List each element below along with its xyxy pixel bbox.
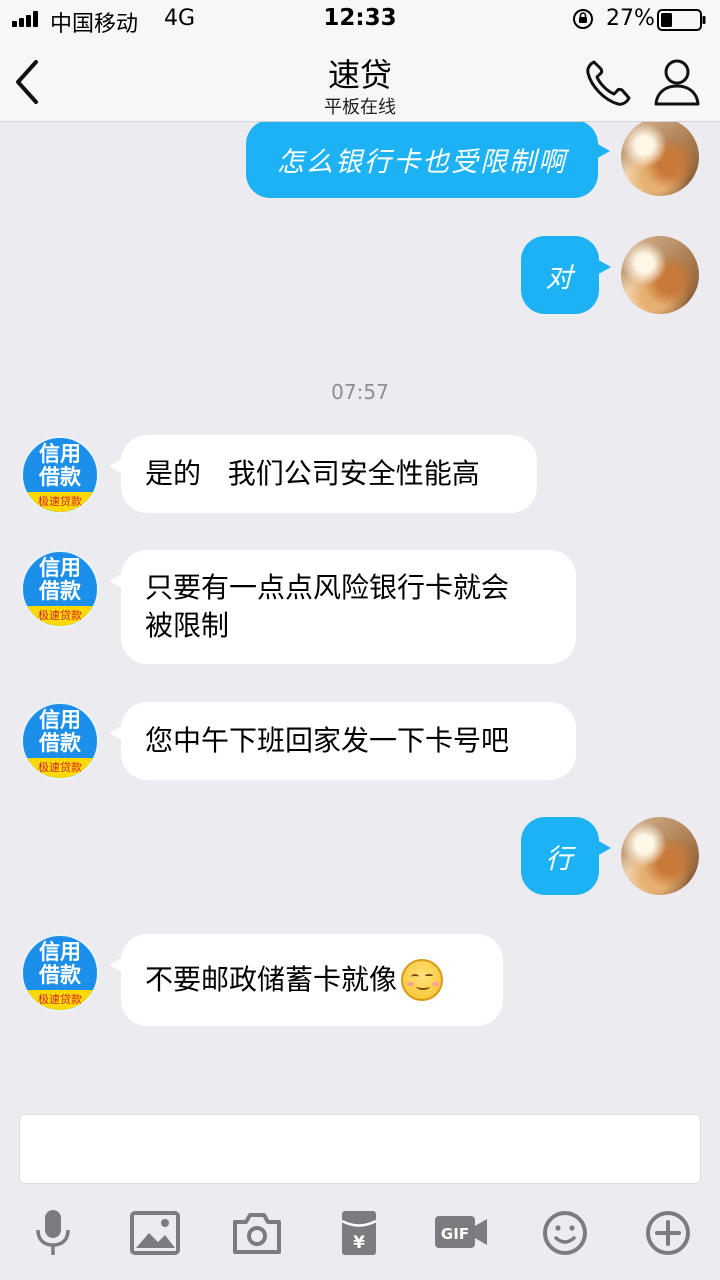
message-text: 怎么银行卡也受限制啊	[277, 146, 567, 178]
my-avatar[interactable]	[621, 817, 699, 895]
profile-icon[interactable]	[652, 56, 702, 108]
my-avatar[interactable]	[621, 236, 699, 314]
contact-avatar[interactable]: 信用 借款 极速贷款	[21, 550, 99, 628]
microphone-icon[interactable]	[25, 1208, 81, 1258]
status-bar: 中国移动 4G 12:33 27%	[0, 0, 720, 38]
message-bubble-received[interactable]: 您中午下班回家发一下卡号吧	[109, 702, 576, 780]
message-input[interactable]	[19, 1114, 701, 1184]
timestamp: 07:57	[331, 380, 389, 404]
message-bubble-sent[interactable]: 行	[521, 817, 611, 895]
message-bubble-received[interactable]: 只要有一点点风险银行卡就会 被限制	[109, 550, 576, 664]
message-text: 您中午下班回家发一下卡号吧	[145, 724, 510, 757]
message-text-line: 被限制	[145, 609, 230, 642]
red-packet-icon[interactable]: ¥	[331, 1208, 387, 1258]
message-bubble-sent[interactable]: 怎么银行卡也受限制啊	[246, 122, 610, 198]
message-list[interactable]: 怎么银行卡也受限制啊 对 07:57 信用 借款 极速贷款 是的 我们公司安全性…	[0, 122, 720, 1102]
message-text: 是的 我们公司安全性能高	[145, 457, 480, 490]
message-text: 不要邮政储蓄卡就像	[145, 963, 398, 996]
svg-text:¥: ¥	[353, 1233, 365, 1253]
camera-icon[interactable]	[229, 1208, 285, 1258]
plus-icon[interactable]	[640, 1208, 696, 1258]
contact-avatar[interactable]: 信用 借款 极速贷款	[21, 702, 99, 780]
message-bubble-received[interactable]: 是的 我们公司安全性能高	[109, 435, 537, 513]
message-text: 对	[545, 262, 575, 294]
message-text-line: 只要有一点点风险银行卡就会	[145, 571, 510, 604]
battery-icon	[657, 9, 706, 31]
orientation-lock-icon	[573, 9, 593, 29]
emoji-icon[interactable]	[537, 1208, 593, 1258]
image-icon[interactable]	[127, 1208, 183, 1258]
gif-icon[interactable]: GIF	[433, 1208, 489, 1258]
input-toolbar: ¥ GIF	[0, 1194, 720, 1280]
message-bubble-received[interactable]: 不要邮政储蓄卡就像	[109, 934, 503, 1026]
contact-avatar[interactable]: 信用 借款 极速贷款	[21, 934, 99, 1012]
message-bubble-sent[interactable]: 对	[521, 236, 611, 314]
gif-label: GIF	[441, 1225, 469, 1243]
contact-avatar[interactable]: 信用 借款 极速贷款	[21, 436, 99, 514]
top-bar: 中国移动 4G 12:33 27% 速贷 平板在线	[0, 0, 720, 122]
battery-percent: 27%	[606, 6, 655, 31]
phone-call-icon[interactable]	[582, 56, 636, 110]
smiling-face-icon	[401, 959, 444, 1001]
my-avatar[interactable]	[621, 122, 699, 196]
message-text: 行	[545, 843, 575, 875]
